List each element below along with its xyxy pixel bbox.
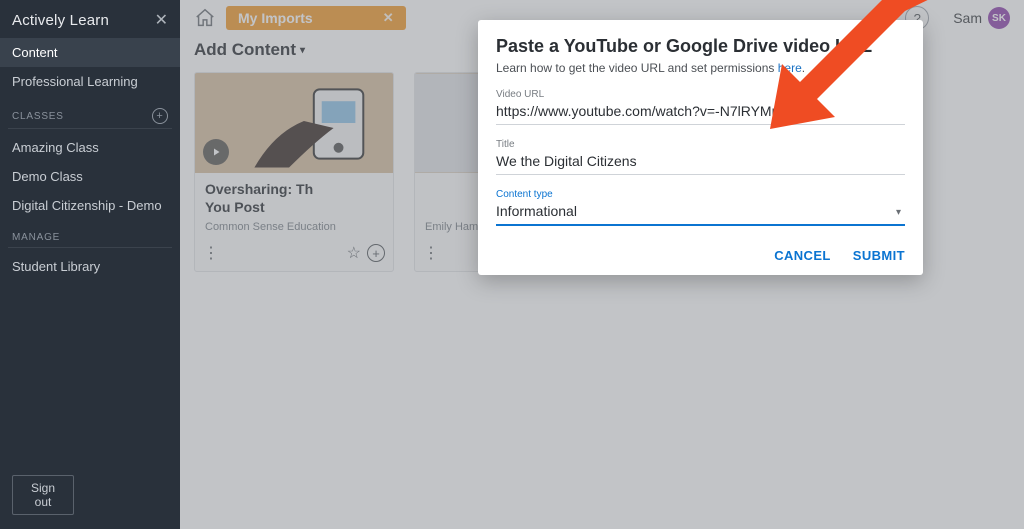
modal-hint-suffix: . bbox=[802, 61, 805, 75]
content-type-value[interactable] bbox=[496, 200, 896, 224]
modal-hint-text: Learn how to get the video URL and set p… bbox=[496, 61, 778, 75]
add-class-icon[interactable]: + bbox=[152, 108, 168, 124]
nav-content[interactable]: Content bbox=[0, 38, 180, 67]
close-sidebar-icon[interactable]: ✕ bbox=[155, 10, 168, 30]
section-classes-header: CLASSES + bbox=[8, 96, 172, 129]
nav-professional-learning[interactable]: Professional Learning bbox=[0, 67, 180, 96]
video-url-modal: Paste a YouTube or Google Drive video UR… bbox=[478, 20, 923, 275]
brand-title: Actively Learn bbox=[12, 12, 109, 29]
title-input[interactable] bbox=[496, 150, 905, 175]
content-type-select[interactable]: ▾ bbox=[496, 200, 905, 226]
signout-button[interactable]: Sign out bbox=[12, 475, 74, 515]
cancel-button[interactable]: CANCEL bbox=[774, 248, 831, 263]
sidebar: Actively Learn ✕ Content Professional Le… bbox=[0, 0, 180, 529]
class-item-2[interactable]: Digital Citizenship - Demo bbox=[0, 191, 180, 220]
main-area: My Imports ✕ ? Sam SK Add Content ▾ bbox=[180, 0, 1024, 529]
class-item-1[interactable]: Demo Class bbox=[0, 162, 180, 191]
video-url-label: Video URL bbox=[496, 89, 905, 100]
video-url-input[interactable] bbox=[496, 100, 905, 125]
section-manage-label: MANAGE bbox=[12, 232, 60, 243]
submit-button[interactable]: SUBMIT bbox=[853, 248, 905, 263]
manage-item-student-library[interactable]: Student Library bbox=[0, 252, 180, 281]
section-manage-header: MANAGE bbox=[8, 220, 172, 248]
title-label: Title bbox=[496, 139, 905, 150]
section-classes-label: CLASSES bbox=[12, 111, 64, 122]
modal-hint-link[interactable]: here bbox=[778, 61, 802, 75]
class-item-0[interactable]: Amazing Class bbox=[0, 133, 180, 162]
modal-hint: Learn how to get the video URL and set p… bbox=[496, 61, 905, 75]
dropdown-caret-icon[interactable]: ▾ bbox=[896, 207, 905, 218]
sidebar-header: Actively Learn ✕ bbox=[0, 0, 180, 38]
modal-title: Paste a YouTube or Google Drive video UR… bbox=[496, 36, 905, 57]
content-type-label: Content type bbox=[496, 189, 905, 200]
